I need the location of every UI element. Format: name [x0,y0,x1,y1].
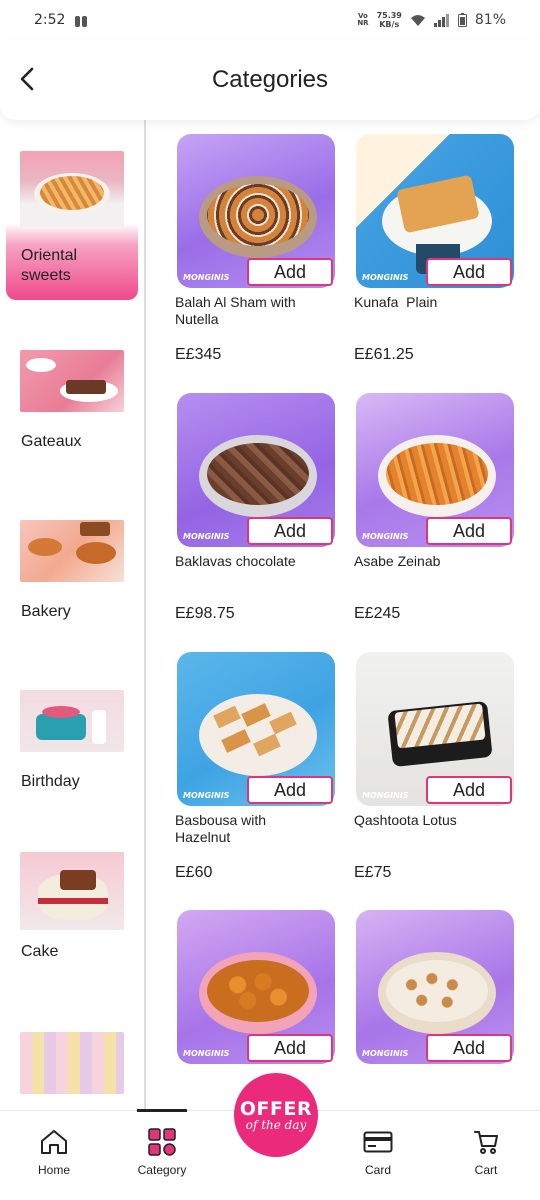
home-icon [39,1127,69,1157]
add-button[interactable]: Add [426,776,512,804]
network-speed: 75.39 KB/s [376,11,402,29]
category-thumbnail [20,520,124,582]
product-price: E£75 [354,864,392,881]
product-name: Baklavas chocolate [175,553,296,569]
category-thumbnail [20,1032,124,1094]
category-thumbnail [20,350,124,412]
brand-logo: MONGINIS [362,273,409,282]
category-birthday[interactable]: Birthday [6,658,138,808]
status-time: 2:52 [34,12,66,28]
nav-home[interactable]: Home [14,1111,94,1181]
nav-cart-label: Cart [474,1163,498,1177]
credit-card-icon [363,1127,393,1157]
status-bar: 2:52 Vo NR 75.39 KB/s 81% [0,0,540,40]
product-name: Basbousa with Hazelnut [175,812,267,845]
brand-logo: MONGINIS [362,1049,409,1058]
product-name: Qashtoota Lotus [354,812,457,828]
category-thumbnail [20,690,124,752]
product-name: Balah Al Sham with Nutella [175,294,296,327]
battery-icon [457,13,467,27]
category-sidebar[interactable]: Oriental sweets Gateaux Bakery Birthday [0,118,146,1110]
category-label: Bakery [21,603,71,620]
product-price: E£61.25 [354,346,414,363]
nav-category-label: Category [137,1163,187,1177]
offer-of-the-day-button[interactable]: OFFER of the day [234,1073,318,1157]
category-gateaux[interactable]: Gateaux [6,318,138,468]
category-partial[interactable] [6,998,138,1110]
offer-subtitle: of the day [245,1118,307,1132]
category-thumbnail [20,852,124,930]
notification-icon [75,13,89,27]
brand-logo: MONGINIS [362,532,409,541]
category-cake[interactable]: Cake [6,828,138,978]
brand-logo: MONGINIS [183,273,230,282]
brand-logo: MONGINIS [183,791,230,800]
add-button[interactable]: Add [426,258,512,286]
product-card[interactable]: MONGINIS Add Kunafa Plain E£61.25 [339,118,514,370]
product-card[interactable]: MONGINIS Add Basbousa with Hazelnut E£60 [160,636,335,888]
product-price: E£98.75 [175,605,235,622]
cart-icon [471,1127,501,1157]
product-card[interactable]: MONGINIS Add Balah Al Sham with Nutella … [160,118,335,370]
add-button[interactable]: Add [426,517,512,545]
brand-logo: MONGINIS [183,532,230,541]
product-card[interactable]: MONGINIS Add [339,894,514,1110]
brand-logo: MONGINIS [362,791,409,800]
brand-logo: MONGINIS [183,1049,230,1058]
category-grid-icon [147,1127,177,1157]
product-card[interactable]: MONGINIS Add Asabe Zeinab E£245 [339,377,514,629]
add-button[interactable]: Add [247,258,333,286]
battery-percent: 81% [474,12,506,28]
product-price: E£345 [175,346,222,363]
product-grid: MONGINIS Add Balah Al Sham with Nutella … [160,118,540,1110]
product-name: Asabe Zeinab [354,553,441,569]
add-button[interactable]: Add [247,517,333,545]
category-label: Birthday [21,773,80,790]
nav-home-label: Home [37,1163,70,1177]
add-button[interactable]: Add [247,776,333,804]
category-label: Cake [21,943,59,960]
status-right: Vo NR 75.39 KB/s 81% [357,11,506,29]
category-bakery[interactable]: Bakery [6,488,138,638]
nav-cart[interactable]: Cart [446,1111,526,1181]
nav-category[interactable]: Category [122,1109,202,1181]
header: Categories [0,40,540,120]
category-oriental-sweets[interactable]: Oriental sweets [6,118,138,300]
signal-icon [433,13,449,27]
wifi-icon [410,14,425,26]
product-price: E£60 [175,864,213,881]
product-card[interactable]: MONGINIS Add [160,894,335,1110]
category-label: Gateaux [21,433,82,450]
page-title: Categories [211,66,329,93]
nav-card[interactable]: Card [338,1111,418,1181]
add-button[interactable]: Add [247,1034,333,1062]
category-thumbnail [20,151,124,227]
offer-title: OFFER [239,1098,313,1120]
network-badge: Vo NR [357,12,369,27]
product-name: Kunafa Plain [354,294,438,310]
nav-card-label: Card [364,1163,391,1177]
product-card[interactable]: MONGINIS Add Qashtoota Lotus E£75 [339,636,514,888]
product-price: E£245 [354,605,401,622]
product-card[interactable]: MONGINIS Add Baklavas chocolate E£98.75 [160,377,335,629]
category-label: Oriental sweets [21,247,78,284]
add-button[interactable]: Add [426,1034,512,1062]
